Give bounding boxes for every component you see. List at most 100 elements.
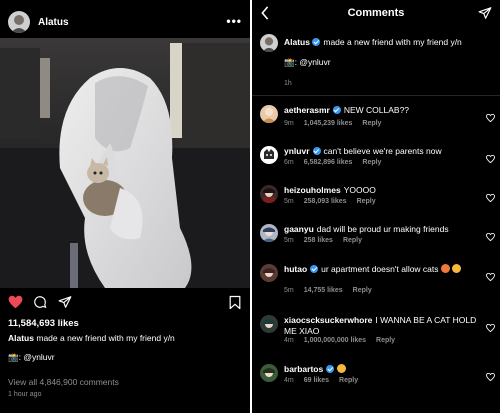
comment-like-heart-icon[interactable] (486, 109, 495, 127)
caption-tag-text[interactable]: : @ynluvr (19, 352, 55, 362)
comment-reply-button[interactable]: Reply (362, 120, 381, 127)
comments-caption: Alatus made a new friend with my friend … (252, 28, 500, 96)
caption-tag: 📸: @ynluvr (284, 57, 331, 68)
comment-avatar[interactable] (260, 364, 278, 382)
comment-meta: 4m 1,000,000,000 likes Reply (284, 337, 405, 344)
post-actions (0, 292, 250, 314)
pleading-emoji-icon (440, 264, 450, 273)
verified-badge-icon (332, 106, 341, 114)
comment-likes[interactable]: 1,045,239 likes (304, 120, 353, 127)
screenshot-frame: Alatus ••• 11,584,693 likes Alatus made … (0, 0, 500, 413)
comment-username[interactable]: xiaocscksuckerwhore (284, 315, 372, 325)
comment-likes[interactable]: 1,000,000,000 likes (304, 337, 366, 344)
comment-reply-button[interactable]: Reply (339, 377, 358, 384)
comment-username[interactable]: gaanyu (284, 224, 314, 234)
comment-body: YOOOO (343, 185, 376, 195)
share-send-icon[interactable] (478, 6, 492, 25)
comment-username[interactable]: aetherasmr (284, 105, 330, 115)
comment-avatar[interactable] (260, 146, 278, 164)
comment-time: 5m (284, 198, 294, 205)
comments-panel: Comments Alatus made a new friend with m… (252, 0, 500, 413)
comment-likes[interactable]: 258 likes (304, 237, 333, 244)
more-dots-icon[interactable]: ••• (226, 14, 242, 28)
comment-meta: 5m 258 likes Reply (284, 237, 372, 244)
heart-filled-icon[interactable] (8, 295, 23, 314)
bookmark-icon[interactable] (229, 295, 241, 315)
comment-time: 4m (284, 377, 294, 384)
comment-like-heart-icon[interactable] (486, 150, 495, 168)
verified-badge-icon (312, 38, 321, 46)
comment-avatar[interactable] (260, 315, 278, 333)
comment-text: gaanyu dad will be proud ur making friend… (284, 224, 480, 235)
comment-meta: 5m 14,755 likes Reply (284, 287, 382, 294)
comment-meta: 9m 1,045,239 likes Reply (284, 120, 391, 127)
comment-username[interactable]: heizouholmes (284, 185, 341, 195)
comments-header: Comments (252, 0, 500, 28)
comment-reply-button[interactable]: Reply (343, 237, 362, 244)
caption-text: made a new friend with my friend y/n (36, 333, 175, 343)
caption-avatar[interactable] (260, 34, 278, 52)
camera-emoji-icon: 📸 (8, 352, 19, 362)
comment-likes[interactable]: 6,582,896 likes (304, 159, 353, 166)
comment-like-heart-icon[interactable] (486, 319, 495, 337)
comment-time: 4m (284, 337, 294, 344)
caption-line: Alatus made a new friend with my friend … (284, 37, 494, 47)
comment-time: 9m (284, 120, 294, 127)
comment-text: ynluvr can't believe we're parents now (284, 146, 480, 157)
comment-row: hutao ur apartment doesn't allow cats 5m 1… (252, 262, 500, 298)
comment-row: barbartos 4m 69 likes Reply (252, 362, 500, 398)
verified-badge-icon (312, 147, 321, 155)
comment-reply-button[interactable]: Reply (353, 287, 372, 294)
comment-text: heizouholmes YOOOO (284, 185, 480, 196)
post-timestamp: 1 hour ago (8, 391, 42, 398)
comment-row: ynluvr can't believe we're parents now 6m… (252, 144, 500, 180)
comment-likes[interactable]: 14,755 likes (304, 287, 343, 294)
comment-like-heart-icon[interactable] (486, 189, 495, 207)
comment-body: NEW COLLAB?? (343, 105, 410, 115)
comment-like-heart-icon[interactable] (486, 268, 495, 286)
caption-tag-text[interactable]: : @ynluvr (295, 57, 331, 67)
smirk-emoji-icon (337, 364, 347, 373)
view-all-comments-link[interactable]: View all 4,846,900 comments (8, 377, 119, 387)
likes-count[interactable]: 11,584,693 likes (8, 318, 79, 329)
comment-row: gaanyu dad will be proud ur making friend… (252, 222, 500, 258)
comment-text: xiaocscksuckerwhore I WANNA BE A CAT HOLD… (284, 315, 480, 337)
comment-avatar[interactable] (260, 224, 278, 242)
caption-timestamp: 1h (284, 80, 292, 87)
comment-text: barbartos (284, 364, 480, 375)
comment-username[interactable]: ynluvr (284, 146, 310, 156)
comment-reply-button[interactable]: Reply (362, 159, 381, 166)
post-photo[interactable] (0, 38, 250, 288)
comment-avatar[interactable] (260, 264, 278, 282)
comment-body: dad will be proud ur making friends (316, 224, 449, 234)
camera-emoji-icon: 📸 (284, 57, 295, 67)
comment-avatar[interactable] (260, 105, 278, 123)
comment-likes[interactable]: 69 likes (304, 377, 329, 384)
comment-like-heart-icon[interactable] (486, 228, 495, 246)
comment-row: xiaocscksuckerwhore I WANNA BE A CAT HOLD… (252, 313, 500, 349)
comment-meta: 5m 258,093 likes Reply (284, 198, 386, 205)
post-panel: Alatus ••• 11,584,693 likes Alatus made … (0, 0, 250, 413)
comment-icon[interactable] (33, 295, 47, 314)
comment-avatar[interactable] (260, 185, 278, 203)
comment-like-heart-icon[interactable] (486, 368, 495, 386)
comment-username[interactable]: barbartos (284, 364, 323, 374)
post-avatar[interactable] (8, 11, 30, 33)
caption-username[interactable]: Alatus (8, 333, 34, 343)
comment-body: ur apartment doesn't allow cats (321, 264, 439, 274)
comment-reply-button[interactable]: Reply (376, 337, 395, 344)
comment-time: 5m (284, 287, 294, 294)
verified-badge-icon (326, 365, 335, 373)
comment-text: hutao ur apartment doesn't allow cats (284, 264, 480, 275)
comment-username[interactable]: hutao (284, 264, 307, 274)
caption-text: made a new friend with my friend y/n (323, 37, 462, 47)
comment-meta: 4m 69 likes Reply (284, 377, 368, 384)
comment-body: can't believe we're parents now (323, 146, 442, 156)
comment-likes[interactable]: 258,093 likes (304, 198, 347, 205)
smile-emoji-icon (452, 264, 462, 273)
comment-time: 6m (284, 159, 294, 166)
share-send-icon[interactable] (58, 295, 72, 314)
post-username[interactable]: Alatus (38, 17, 69, 28)
caption-username[interactable]: Alatus (284, 37, 310, 47)
comment-reply-button[interactable]: Reply (357, 198, 376, 205)
